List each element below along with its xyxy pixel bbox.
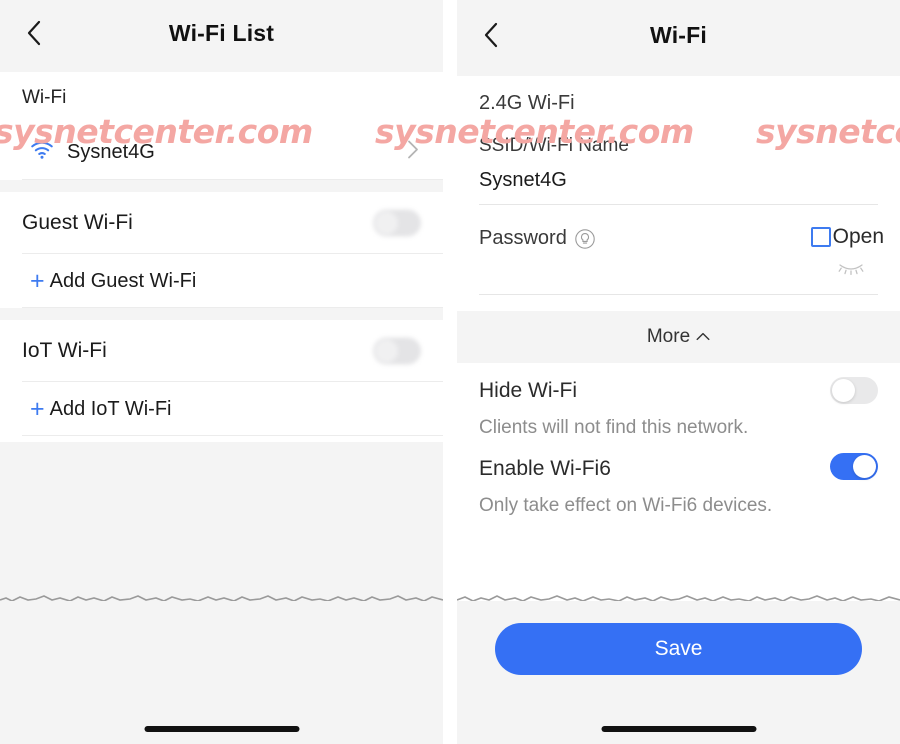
screenshot-stage: Wi-Fi List Wi-Fi Sysnet4G Guest Wi-Fi + … xyxy=(0,0,900,744)
guest-wifi-toggle[interactable] xyxy=(373,209,421,237)
enable-wifi6-option: Enable Wi-Fi6 Only take effect on Wi-Fi6… xyxy=(457,439,900,517)
add-iot-wifi-button[interactable]: + Add IoT Wi-Fi xyxy=(0,382,443,436)
home-indicator xyxy=(601,726,756,732)
ssid-input[interactable]: Sysnet4G xyxy=(479,157,878,204)
band-label: 2.4G Wi-Fi xyxy=(479,92,575,114)
guest-wifi-label: Guest Wi-Fi xyxy=(22,211,133,234)
toggle-knob xyxy=(853,455,876,478)
toggle-knob xyxy=(375,339,398,363)
wifi-section: Wi-Fi Sysnet4G xyxy=(0,72,443,180)
wifi-detail-screen: Wi-Fi 2.4G Wi-Fi SSID/Wi-Fi Name Sysnet4… xyxy=(457,0,900,744)
save-button-label: Save xyxy=(654,637,703,660)
plus-icon: + xyxy=(30,266,45,295)
enable-wifi6-label: Enable Wi-Fi6 xyxy=(479,457,611,480)
left-navbar: Wi-Fi List xyxy=(0,0,443,72)
hide-wifi-label: Hide Wi-Fi xyxy=(479,379,577,402)
enable-wifi6-toggle[interactable] xyxy=(830,453,878,480)
guest-wifi-section: Guest Wi-Fi + Add Guest Wi-Fi xyxy=(0,192,443,308)
hide-wifi-toggle[interactable] xyxy=(830,377,878,404)
wifi-list-screen: Wi-Fi List Wi-Fi Sysnet4G Guest Wi-Fi + … xyxy=(0,0,443,744)
chevron-up-icon xyxy=(690,328,710,346)
form-bottom-spacer xyxy=(457,295,900,311)
right-page-title: Wi-Fi xyxy=(650,21,707,48)
right-navbar: Wi-Fi xyxy=(457,0,900,76)
password-input[interactable] xyxy=(479,250,878,294)
checkbox-box-icon xyxy=(810,227,831,247)
iot-wifi-label: IoT Wi-Fi xyxy=(22,339,107,362)
home-indicator xyxy=(144,726,299,732)
add-guest-wifi-label: Add Guest Wi-Fi xyxy=(49,269,197,292)
open-checkbox-label: Open xyxy=(832,225,884,248)
add-guest-wifi-button[interactable]: + Add Guest Wi-Fi xyxy=(0,254,443,308)
more-options: Hide Wi-Fi Clients will not find this ne… xyxy=(457,363,900,517)
wifi-form: 2.4G Wi-Fi SSID/Wi-Fi Name Sysnet4G Pass… xyxy=(457,76,900,295)
wifi-network-name: Sysnet4G xyxy=(67,140,155,163)
hide-wifi-description: Clients will not find this network. xyxy=(479,417,749,438)
add-iot-wifi-label: Add IoT Wi-Fi xyxy=(49,397,172,420)
section-divider xyxy=(0,308,443,320)
wifi-signal-icon xyxy=(30,141,54,164)
iot-wifi-toggle[interactable] xyxy=(373,337,421,365)
section-divider xyxy=(0,180,443,192)
password-field-label: Password xyxy=(479,227,567,249)
wifi-section-label: Wi-Fi xyxy=(22,87,67,108)
iot-wifi-row: IoT Wi-Fi xyxy=(0,320,443,382)
more-label: More xyxy=(646,326,691,347)
bottom-blank-area xyxy=(0,601,443,744)
guest-wifi-row: Guest Wi-Fi xyxy=(0,192,443,254)
left-page-title: Wi-Fi List xyxy=(168,19,275,46)
hide-wifi-option: Hide Wi-Fi Clients will not find this ne… xyxy=(457,363,900,439)
chevron-right-icon xyxy=(407,140,419,165)
empty-list-area xyxy=(0,442,443,602)
save-button[interactable]: Save xyxy=(495,623,862,675)
more-toggle-button[interactable]: More xyxy=(457,311,900,363)
ssid-field-label: SSID/Wi-Fi Name xyxy=(479,135,629,156)
eye-closed-icon[interactable] xyxy=(838,262,864,281)
enable-wifi6-description: Only take effect on Wi-Fi6 devices. xyxy=(479,495,773,516)
iot-wifi-section: IoT Wi-Fi + Add IoT Wi-Fi xyxy=(0,320,443,436)
wifi-network-row[interactable]: Sysnet4G xyxy=(0,124,443,180)
lightbulb-icon[interactable] xyxy=(574,228,596,250)
open-checkbox[interactable]: Open xyxy=(810,225,884,249)
toggle-knob xyxy=(832,379,855,402)
password-field-header: Password Open xyxy=(479,205,884,250)
toggle-knob xyxy=(375,211,398,235)
wifi-section-header: Wi-Fi xyxy=(0,72,443,124)
save-bar: Save xyxy=(457,601,900,744)
plus-icon: + xyxy=(30,394,45,423)
